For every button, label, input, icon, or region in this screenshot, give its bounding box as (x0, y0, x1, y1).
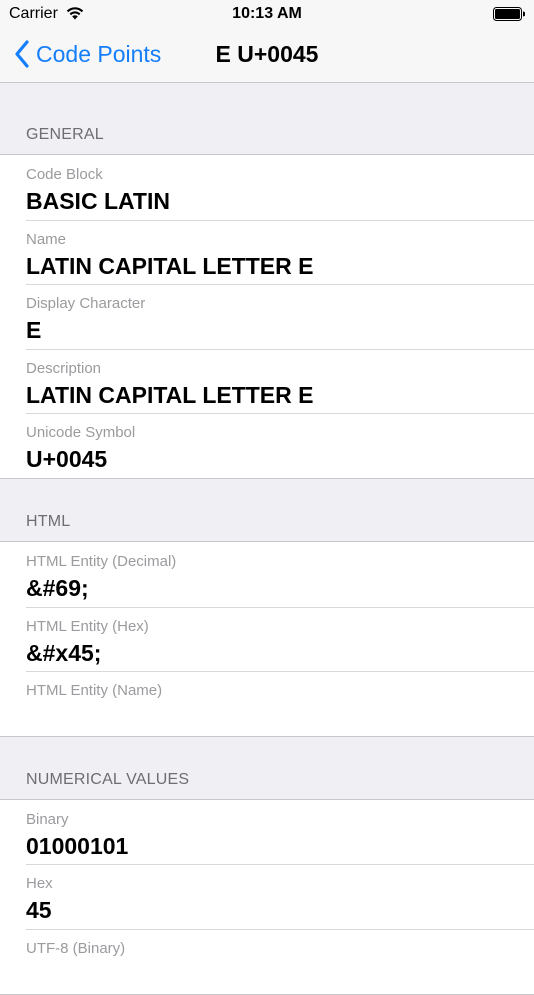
row-label: Description (26, 359, 102, 377)
row-utf8-binary[interactable]: UTF-8 (Binary) (0, 928, 534, 994)
row-label: UTF-8 (Binary) (26, 939, 126, 957)
row-value: LATIN CAPITAL LETTER E (26, 381, 314, 408)
status-bar: Carrier 10:13 AM (0, 0, 534, 28)
section-body-html: HTML Entity (Decimal) &#69; HTML Entity … (0, 540, 534, 737)
row-value: 01000101 (26, 832, 129, 859)
row-hex[interactable]: Hex 45 (0, 864, 534, 929)
section-header-general: GENERAL (0, 84, 534, 154)
status-time: 10:13 AM (232, 5, 302, 22)
row-value: E (26, 317, 42, 344)
row-value: 45 (26, 897, 52, 924)
row-binary[interactable]: Binary 01000101 (0, 800, 534, 865)
row-label: Unicode Symbol (26, 424, 136, 442)
row-label: Display Character (26, 295, 146, 313)
section-numerical-values: NUMERICAL VALUES Binary 01000101 Hex 45 … (0, 736, 534, 995)
row-label: HTML Entity (Name) (26, 682, 163, 700)
section-header-label: HTML (26, 512, 71, 530)
row-label: Binary (26, 810, 69, 828)
row-html-entity-hex[interactable]: HTML Entity (Hex) &#x45; (0, 606, 534, 672)
row-label: Code Block (26, 166, 103, 183)
row-display-character[interactable]: Display Character E (0, 284, 534, 349)
row-label: Hex (26, 875, 53, 893)
detail-list[interactable]: GENERAL Code Block BASIC LATIN Name LATI… (0, 84, 534, 995)
row-description[interactable]: Description LATIN CAPITAL LETTER E (0, 348, 534, 414)
row-value: &#69; (26, 574, 89, 601)
section-header-html: HTML (0, 478, 534, 541)
navigation-bar: E U+0045 Code Points (0, 28, 534, 83)
section-body-general: Code Block BASIC LATIN Name LATIN CAPITA… (0, 154, 534, 479)
row-label: HTML Entity (Decimal) (26, 552, 177, 570)
row-name[interactable]: Name LATIN CAPITAL LETTER E (0, 219, 534, 285)
row-value: &#x45; (26, 639, 102, 666)
row-code-block[interactable]: Code Block BASIC LATIN (0, 155, 534, 220)
row-html-entity-decimal[interactable]: HTML Entity (Decimal) &#69; (0, 542, 534, 607)
section-html: HTML HTML Entity (Decimal) &#69; HTML En… (0, 478, 534, 737)
row-html-entity-name[interactable]: HTML Entity (Name) (0, 671, 534, 736)
section-header-label: NUMERICAL VALUES (26, 770, 190, 788)
row-value: U+0045 (26, 446, 108, 473)
chevron-left-icon (15, 40, 29, 68)
section-general: GENERAL Code Block BASIC LATIN Name LATI… (0, 84, 534, 479)
row-value: BASIC LATIN (26, 188, 170, 214)
battery-icon (493, 7, 525, 21)
back-button-label: Code Points (36, 40, 162, 67)
section-header-numerical-values: NUMERICAL VALUES (0, 736, 534, 799)
row-label: HTML Entity (Hex) (26, 617, 149, 635)
section-header-label: GENERAL (26, 126, 104, 143)
row-unicode-symbol[interactable]: Unicode Symbol U+0045 (0, 413, 534, 478)
back-button[interactable]: Code Points (14, 39, 161, 69)
row-label: Name (26, 230, 67, 248)
row-value: LATIN CAPITAL LETTER E (26, 252, 314, 279)
nav-title-text: E U+0045 (215, 41, 319, 67)
section-body-numerical-values: Binary 01000101 Hex 45 UTF-8 (Binary) (0, 798, 534, 995)
